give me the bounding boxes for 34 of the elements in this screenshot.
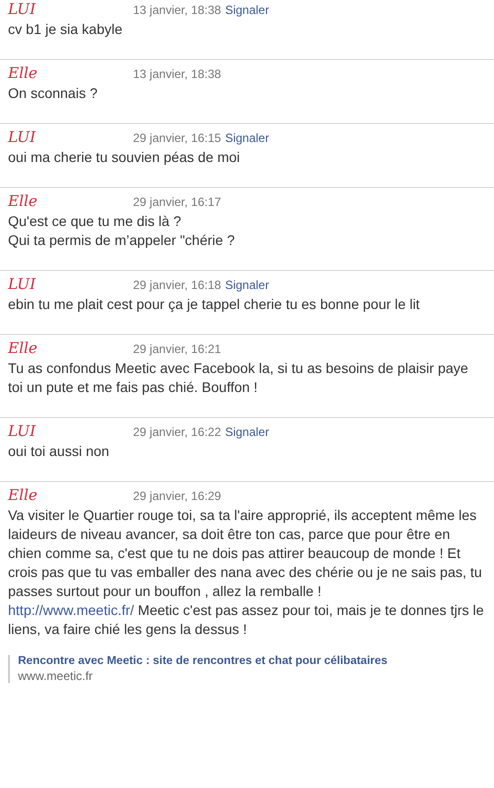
message-time: 13 janvier, 18:38: [133, 67, 222, 81]
report-link[interactable]: Signaler: [225, 425, 270, 439]
message-text: oui ma cherie tu souvien péas de moi: [8, 148, 241, 167]
message-time: 13 janvier, 18:38: [133, 3, 222, 17]
url-link[interactable]: http://www.meetic.fr/: [8, 602, 134, 618]
author-name: LUI: [8, 128, 37, 146]
message-text: Va visiter le Quartier rouge toi, sa ta l'aire approprié, ils acceptent même les laideurs de niveau avancer, sa doit être ton cas, parce que pour être en chien comme sa, c'est que tu ne dois pas attirer beaucoup de monde ! Et crois pas que tu vas emballer des nana avec des chérie ou je ne sais pas, tu passes surtout pour un bouffon , allez la remballe !: [8, 506, 483, 601]
author-name: LUI: [8, 0, 37, 18]
message-text: Qui ta permis de m’appeler "chérie ?: [8, 231, 236, 250]
message-time: 29 janvier, 16:29: [133, 489, 222, 503]
author-name: LUI: [8, 422, 37, 440]
message-time: 29 janvier, 16:22: [133, 425, 222, 439]
link-preview[interactable]: Rencontre avec Meetic : site de rencontres et chat pour célibataires www.meetic.fr: [8, 655, 494, 683]
author-name: Elle: [8, 192, 38, 210]
report-link[interactable]: Signaler: [225, 278, 270, 292]
message-text: cv b1 je sia kabyle: [8, 20, 124, 39]
message-time: 29 janvier, 16:17: [133, 195, 222, 209]
message-time: 29 janvier, 16:18: [133, 278, 222, 292]
preview-title[interactable]: Rencontre avec Meetic : site de rencontres et chat pour célibataires: [18, 655, 494, 667]
message-text: oui toi aussi non: [8, 442, 110, 461]
message-text: Qu'est ce que tu me dis là ?: [8, 212, 182, 231]
message-text: On sconnais ?: [8, 84, 98, 103]
report-link[interactable]: Signaler: [225, 131, 270, 145]
message-time: 29 janvier, 16:15: [133, 131, 222, 145]
message-text: http://www.meetic.fr/ Meetic c'est pas assez pour toi, mais je te donnes tjrs le liens, va faire chié les gens la dessus !: [8, 601, 485, 639]
message-text: Tu as confondus Meetic avec Facebook la, si tu as besoins de plaisir paye toi un pute et me fais pas chié. Bouffon !: [8, 359, 470, 397]
author-name: LUI: [8, 275, 37, 293]
author-name: Elle: [8, 486, 38, 504]
report-link[interactable]: Signaler: [225, 3, 270, 17]
author-name: Elle: [8, 339, 38, 357]
preview-domain: www.meetic.fr: [18, 669, 94, 683]
message-time: 29 janvier, 16:21: [133, 342, 222, 356]
message-text: ebin tu me plait cest pour ça je tappel cherie tu es bonne pour le lit: [8, 295, 421, 314]
author-name: Elle: [8, 64, 38, 82]
